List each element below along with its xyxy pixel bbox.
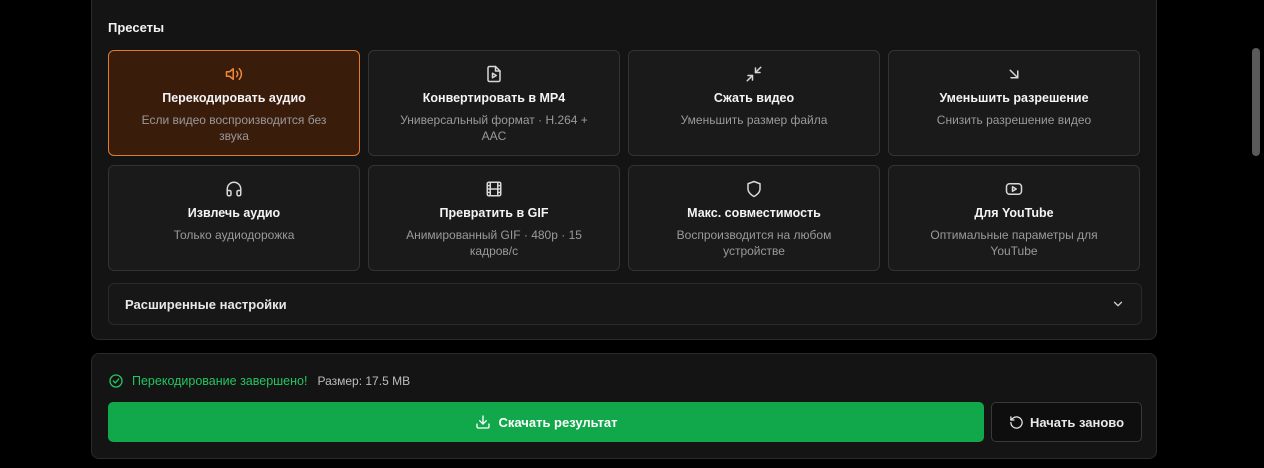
preset-title: Уменьшить разрешение [939,91,1089,105]
shield-icon [744,179,764,199]
preset-desc: Только аудиодорожка [173,228,295,242]
preset-card-recode-audio[interactable]: Перекодировать аудио Если видео воспроиз… [108,50,360,156]
result-panel: Перекодирование завершено! Размер: 17.5 … [91,353,1157,459]
preset-card-reduce-resolution[interactable]: Уменьшить разрешение Снизить разрешение … [888,50,1140,156]
arrow-down-right-icon [1004,64,1024,84]
compress-icon [744,64,764,84]
preset-title: Перекодировать аудио [162,91,306,105]
restart-label: Начать заново [1029,414,1125,430]
preset-desc: Оптимальные параметры для YouTube [930,228,1098,258]
preset-title: Конвертировать в MP4 [422,91,566,105]
scrollbar-thumb[interactable] [1252,48,1260,156]
download-icon [475,414,491,430]
youtube-icon [1004,179,1024,199]
preset-desc: Воспроизводится на любом устройстве [676,228,832,258]
presets-grid: Перекодировать аудио Если видео воспроиз… [108,50,1140,271]
preset-title: Сжать видео [713,91,795,105]
check-circle-icon [108,373,124,389]
preset-card-compress[interactable]: Сжать видео Уменьшить размер файла [628,50,880,156]
status-line: Перекодирование завершено! Размер: 17.5 … [108,373,410,389]
download-button[interactable]: Скачать результат [108,402,984,442]
presets-title: Пресеты [108,20,165,35]
chevron-down-icon [1111,297,1125,311]
preset-card-youtube[interactable]: Для YouTube Оптимальные параметры для Yo… [888,165,1140,271]
preset-title: Извлечь аудио [187,206,281,220]
preset-desc: Универсальный формат · H.264 + AAC [400,113,588,143]
preset-desc: Уменьшить размер файла [680,113,828,127]
film-icon [484,179,504,199]
preset-card-gif[interactable]: Превратить в GIF Анимированный GIF · 480… [368,165,620,271]
presets-panel: Пресеты Перекодировать аудио Если видео … [91,0,1157,340]
preset-desc: Анимированный GIF · 480p · 15 кадров/с [406,228,582,258]
download-label: Скачать результат [498,414,618,430]
advanced-settings-label: Расширенные настройки [125,296,287,312]
speaker-icon [224,64,244,84]
headphones-icon [224,179,244,199]
preset-card-max-compat[interactable]: Макс. совместимость Воспроизводится на л… [628,165,880,271]
preset-card-extract-audio[interactable]: Извлечь аудио Только аудиодорожка [108,165,360,271]
preset-desc: Снизить разрешение видео [936,113,1092,127]
advanced-settings-toggle[interactable]: Расширенные настройки [108,283,1142,325]
preset-title: Превратить в GIF [439,206,549,220]
preset-title: Для YouTube [974,206,1054,220]
preset-desc: Если видео воспроизводится без звука [141,113,327,143]
restart-button[interactable]: Начать заново [991,402,1142,442]
status-text: Перекодирование завершено! [132,374,308,388]
preset-card-convert-mp4[interactable]: Конвертировать в MP4 Универсальный форма… [368,50,620,156]
file-size: Размер: 17.5 MB [317,374,411,388]
file-video-icon [484,64,504,84]
preset-title: Макс. совместимость [687,206,821,220]
rotate-ccw-icon [1009,415,1024,430]
